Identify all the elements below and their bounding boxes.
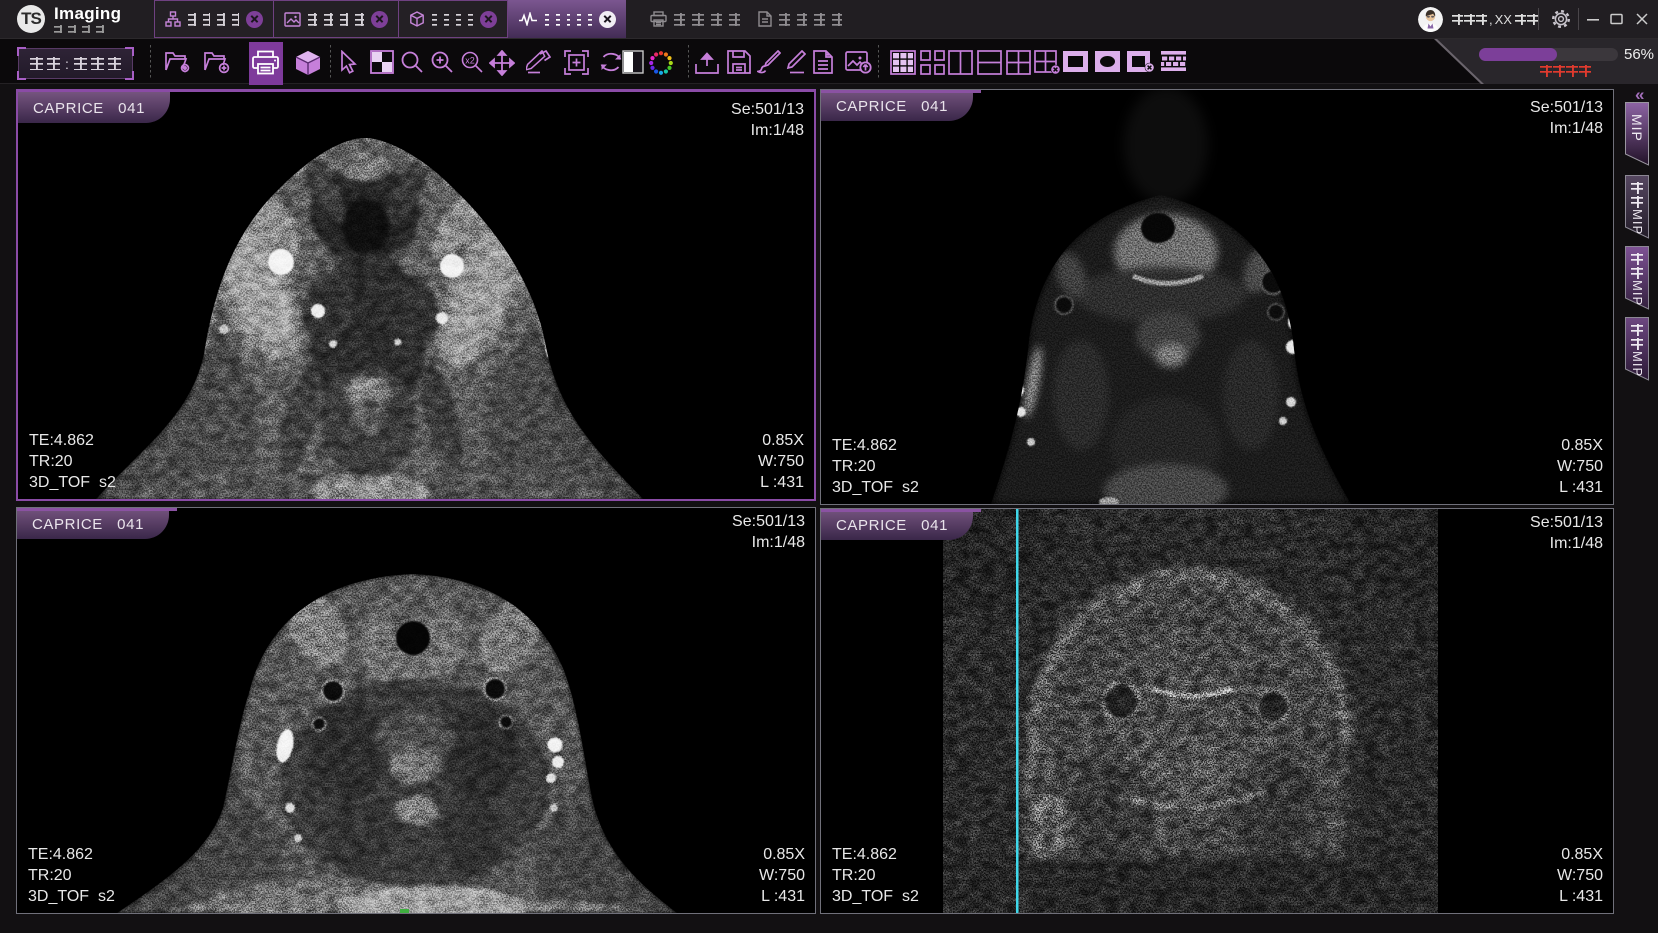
svg-text:x2: x2	[465, 56, 475, 66]
